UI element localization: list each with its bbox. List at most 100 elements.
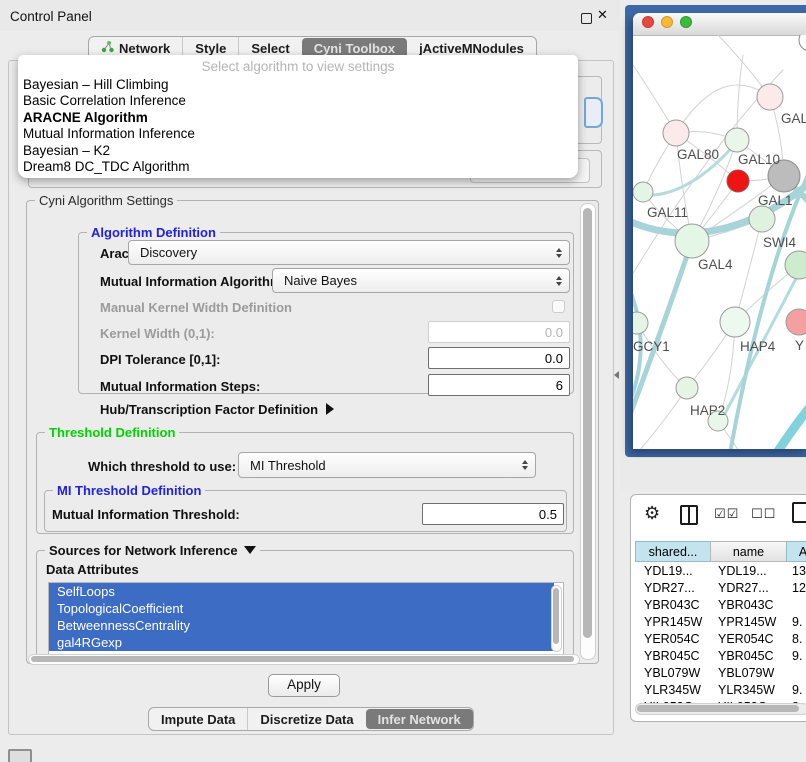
network-node[interactable] xyxy=(749,206,775,232)
hub-definition-toggle[interactable]: Hub/Transcription Factor Definition xyxy=(100,402,334,417)
close-icon[interactable]: ✕ xyxy=(597,8,608,23)
table-row[interactable]: YPR145WYPR145W9. xyxy=(635,614,806,631)
table-row[interactable]: YER054CYER054C8. xyxy=(635,631,806,648)
attribute-item[interactable]: SelfLoops xyxy=(49,583,554,600)
network-node[interactable] xyxy=(676,377,698,399)
mi-algorithm-type-value: Naive Bayes xyxy=(284,273,357,288)
network-node[interactable] xyxy=(799,35,806,51)
attribute-list-scrollbar[interactable] xyxy=(551,585,562,652)
network-canvas-container[interactable]: GAL7GAL80GAL10GAL1GAL11SWI4GAL4GCY1HAP4Y… xyxy=(633,35,806,449)
network-node-label: SWI4 xyxy=(763,235,796,250)
algorithm-option[interactable]: Dream8 DC_TDC Algorithm xyxy=(18,159,578,175)
network-node-label: GAL4 xyxy=(698,257,733,272)
table-cell: YDL19... xyxy=(644,563,693,580)
split-pane-collapse-icon[interactable] xyxy=(614,371,619,379)
cyni-bottom-tabbar: Impute Data Discretize Data Infer Networ… xyxy=(148,707,474,731)
tab-discretize-data[interactable]: Discretize Data xyxy=(247,708,365,730)
tab-label: jActiveMNodules xyxy=(419,41,524,56)
settings-vertical-scrollbar[interactable] xyxy=(580,203,596,660)
network-edge[interactable] xyxy=(633,388,687,449)
mi-threshold-field[interactable] xyxy=(422,503,564,525)
table-cell: YBR045C xyxy=(718,648,774,665)
network-node[interactable] xyxy=(720,307,750,337)
select-all-icon[interactable]: ☑☑ xyxy=(714,507,739,522)
network-node-label: GAL1 xyxy=(758,193,793,208)
tab-infer-network[interactable]: Infer Network xyxy=(366,709,473,729)
column-header-shared-name[interactable]: shared... xyxy=(635,541,711,562)
deselect-all-icon[interactable]: ☐☐ xyxy=(751,507,776,522)
table-cell: YBR043C xyxy=(718,597,774,614)
table-row[interactable]: YLR345WYLR345W9. xyxy=(635,682,806,699)
mi-algorithm-type-combobox[interactable]: Naive Bayes xyxy=(272,268,570,293)
network-node[interactable] xyxy=(727,170,749,192)
table-cell: 9. xyxy=(792,648,802,665)
zoom-traffic-light-icon[interactable] xyxy=(680,16,692,28)
table-row[interactable]: YBR043CYBR043C xyxy=(635,597,806,614)
new-table-icon[interactable] xyxy=(792,502,806,523)
network-node-label: GAL10 xyxy=(738,152,780,167)
network-edge[interactable] xyxy=(759,367,806,449)
apply-button[interactable]: Apply xyxy=(268,674,340,697)
table-row[interactable]: YBR045C YBR045C 9. xyxy=(635,648,806,665)
network-window-titlebar[interactable] xyxy=(633,13,806,36)
network-edge[interactable] xyxy=(676,85,770,133)
hub-definition-label: Hub/Transcription Factor Definition xyxy=(100,402,318,417)
cyni-algorithm-settings-legend: Cyni Algorithm Settings xyxy=(35,193,177,208)
column-header-partial[interactable]: A xyxy=(786,541,806,562)
table-horizontal-scrollbar[interactable] xyxy=(635,703,806,715)
float-window-icon[interactable] xyxy=(581,13,592,24)
aracne-mode-combobox[interactable]: Discovery xyxy=(128,240,570,265)
settings-gear-icon[interactable]: ⚙ xyxy=(644,503,660,524)
kernel-width-field[interactable] xyxy=(428,321,570,343)
attribute-item[interactable]: TopologicalCoefficient xyxy=(49,600,554,617)
close-traffic-light-icon[interactable] xyxy=(642,16,654,28)
data-attributes-label: Data Attributes xyxy=(46,562,139,577)
algorithm-option[interactable]: Bayesian – K2 xyxy=(18,143,578,159)
table-cell: 8. xyxy=(792,631,802,648)
sources-legend[interactable]: Sources for Network Inference xyxy=(45,543,260,558)
column-header-name[interactable]: name xyxy=(710,541,787,562)
network-node[interactable] xyxy=(757,84,783,110)
network-node[interactable] xyxy=(663,120,689,146)
attribute-item[interactable]: BetweennessCentrality xyxy=(49,617,554,634)
network-edge[interactable] xyxy=(737,55,743,140)
table-row[interactable]: YBL079WYBL079W xyxy=(635,665,806,682)
table-cell: YLR345W xyxy=(644,682,701,699)
settings-horizontal-scrollbar[interactable] xyxy=(28,654,580,665)
algorithm-option[interactable]: Mutual Information Inference xyxy=(18,126,578,142)
network-node[interactable] xyxy=(786,309,806,335)
manual-kernel-width-checkbox[interactable] xyxy=(552,300,565,313)
table-cell: YPR145W xyxy=(718,614,776,631)
network-node[interactable] xyxy=(633,182,653,202)
table-cell: YBL079W xyxy=(644,665,700,682)
dpi-tolerance-field[interactable] xyxy=(428,347,570,369)
tab-label: Infer Network xyxy=(378,712,461,727)
tab-impute-data[interactable]: Impute Data xyxy=(149,708,247,730)
split-columns-icon[interactable] xyxy=(680,505,698,525)
attribute-item[interactable]: gal4RGexp xyxy=(49,634,554,651)
algorithm-option[interactable]: Basic Correlation Inference xyxy=(18,93,578,109)
table-row[interactable]: YDL19...YDL19...13 xyxy=(635,563,806,580)
table-cell: YBR045C xyxy=(644,648,700,665)
network-node[interactable] xyxy=(785,251,806,279)
network-node[interactable] xyxy=(675,224,709,258)
network-node-label: GCY1 xyxy=(633,339,670,354)
network-node-label: GAL7 xyxy=(781,111,806,126)
control-panel-titlebar: Control Panel ✕ xyxy=(0,0,620,31)
algorithm-option[interactable]: Bayesian – Hill Climbing xyxy=(18,77,578,93)
network-node-label: HAP4 xyxy=(740,339,776,354)
which-threshold-combobox[interactable]: MI Threshold xyxy=(238,452,536,478)
sources-legend-label: Sources for Network Inference xyxy=(49,543,238,558)
network-window: GAL7GAL80GAL10GAL1GAL11SWI4GAL4GCY1HAP4Y… xyxy=(633,13,806,449)
network-node[interactable] xyxy=(633,312,648,334)
minimize-traffic-light-icon[interactable] xyxy=(661,16,673,28)
mi-steps-field[interactable] xyxy=(428,374,570,396)
minimized-panel-icon[interactable] xyxy=(8,749,32,762)
table-row[interactable]: YDR27...YDR27...12 xyxy=(635,580,806,597)
tab-label: Discretize Data xyxy=(260,712,353,727)
manual-kernel-width-label: Manual Kernel Width Definition xyxy=(100,300,292,315)
network-edge[interactable] xyxy=(735,219,762,322)
algorithm-option[interactable]: ARACNE Algorithm xyxy=(18,110,578,126)
network-node[interactable] xyxy=(725,128,749,152)
which-threshold-label: Which threshold to use: xyxy=(88,459,236,474)
